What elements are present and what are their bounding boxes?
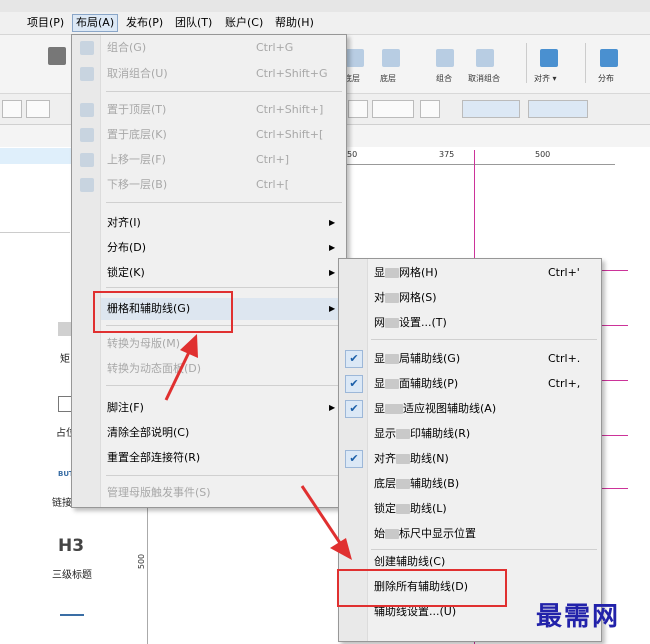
annotation-arrows	[164, 334, 352, 560]
watermark-logo: 最需网	[536, 602, 621, 632]
arrow-to-grid-guides-icon	[164, 334, 198, 401]
arrow-to-delete-guides-icon	[300, 485, 352, 560]
